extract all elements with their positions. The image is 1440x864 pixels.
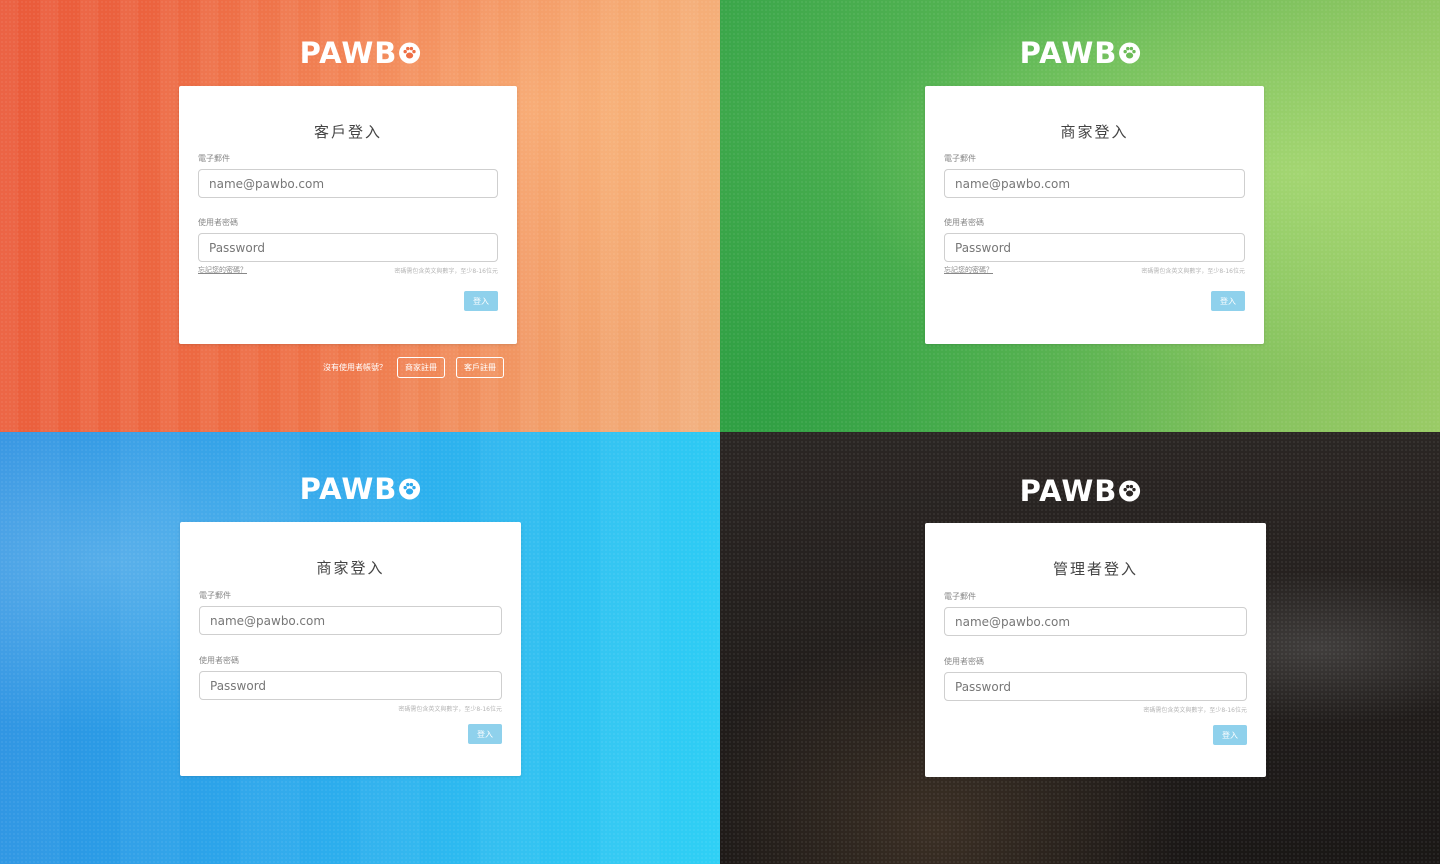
password-label: 使用者密碼 <box>944 218 984 227</box>
paw-icon <box>398 42 420 64</box>
password-input[interactable] <box>199 671 502 700</box>
password-input[interactable] <box>944 233 1245 262</box>
logo-text: PAWB <box>1019 36 1118 70</box>
password-hint: 密碼需包含英文與數字，至少8-16位元 <box>1141 268 1245 275</box>
password-hint: 密碼需包含英文與數字，至少8-16位元 <box>394 268 498 275</box>
login-card: 客戶登入 電子郵件 使用者密碼 忘記您的密碼？ 密碼需包含英文與數字，至少8-1… <box>179 86 517 344</box>
email-label: 電子郵件 <box>944 592 976 601</box>
email-label: 電子郵件 <box>944 154 976 163</box>
login-button[interactable]: 登入 <box>1213 725 1247 745</box>
login-button[interactable]: 登入 <box>468 724 502 744</box>
card-title: 商家登入 <box>316 559 385 577</box>
screenshot-grid: PAWB 客戶登入 電子郵件 使用者密碼 忘記您的密碼？ 密碼需包含英文與數字，… <box>0 0 1440 864</box>
forgot-password-link[interactable]: 忘記您的密碼？ <box>944 265 993 275</box>
paw-icon <box>1118 480 1140 502</box>
pawbo-logo: PAWB <box>300 36 421 70</box>
email-label: 電子郵件 <box>198 154 230 163</box>
password-label: 使用者密碼 <box>198 218 238 227</box>
card-title: 管理者登入 <box>1052 560 1138 578</box>
pawbo-logo: PAWB <box>300 472 421 506</box>
login-card: 管理者登入 電子郵件 使用者密碼 密碼需包含英文與數字，至少8-16位元 登入 <box>925 523 1266 777</box>
login-card: 商家登入 電子郵件 使用者密碼 密碼需包含英文與數字，至少8-16位元 登入 <box>180 522 521 776</box>
merchant-login-panel-blue: PAWB 商家登入 電子郵件 使用者密碼 密碼需包含英文與數字，至少8-16位元… <box>0 432 720 864</box>
logo-text: PAWB <box>299 472 398 506</box>
login-button[interactable]: 登入 <box>1211 291 1245 311</box>
password-label: 使用者密碼 <box>944 657 984 666</box>
password-hint: 密碼需包含英文與數字，至少8-16位元 <box>398 706 502 713</box>
merchant-login-panel-green: PAWB 商家登入 電子郵件 使用者密碼 忘記您的密碼？ 密碼需包含英文與數字，… <box>720 0 1440 432</box>
card-title: 客戶登入 <box>313 123 382 141</box>
paw-icon <box>1118 42 1140 64</box>
signup-prompt: 沒有使用者帳號？ <box>323 363 387 372</box>
password-input[interactable] <box>198 233 498 262</box>
card-title: 商家登入 <box>1060 123 1129 141</box>
password-label: 使用者密碼 <box>199 656 239 665</box>
pawbo-logo: PAWB <box>1020 474 1141 508</box>
merchant-signup-button[interactable]: 商家註冊 <box>397 357 445 378</box>
pawbo-logo: PAWB <box>1020 36 1141 70</box>
logo-text: PAWB <box>299 36 398 70</box>
customer-login-panel: PAWB 客戶登入 電子郵件 使用者密碼 忘記您的密碼？ 密碼需包含英文與數字，… <box>0 0 720 432</box>
email-label: 電子郵件 <box>199 591 231 600</box>
logo-text: PAWB <box>1019 474 1118 508</box>
customer-signup-button[interactable]: 客戶註冊 <box>456 357 504 378</box>
login-card: 商家登入 電子郵件 使用者密碼 忘記您的密碼？ 密碼需包含英文與數字，至少8-1… <box>925 86 1264 344</box>
email-input[interactable] <box>944 607 1247 636</box>
password-input[interactable] <box>944 672 1247 701</box>
admin-login-panel: PAWB 管理者登入 電子郵件 使用者密碼 密碼需包含英文與數字，至少8-16位… <box>720 432 1440 864</box>
login-button[interactable]: 登入 <box>464 291 498 311</box>
forgot-password-link[interactable]: 忘記您的密碼？ <box>198 265 247 275</box>
email-input[interactable] <box>198 169 498 198</box>
email-input[interactable] <box>199 606 502 635</box>
signup-row: 沒有使用者帳號？ 商家註冊 客戶註冊 <box>323 357 504 378</box>
paw-icon <box>398 478 420 500</box>
email-input[interactable] <box>944 169 1245 198</box>
password-hint: 密碼需包含英文與數字，至少8-16位元 <box>1143 707 1247 714</box>
